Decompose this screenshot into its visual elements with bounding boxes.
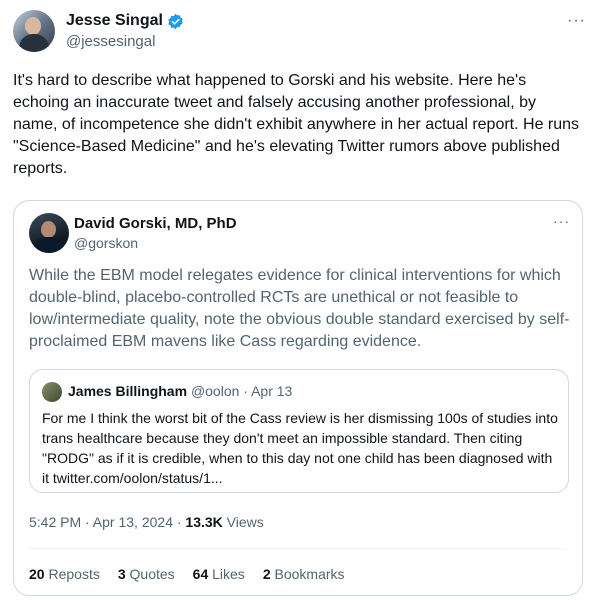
likes-label: Likes [212, 566, 245, 582]
views-label: Views [222, 514, 264, 530]
author-name-row: Jesse Singal [66, 12, 184, 30]
quoted-tweet-text: While the EBM model relegates evidence f… [29, 267, 570, 350]
bookmarks-label: Bookmarks [274, 566, 345, 582]
likes-count: 64 [192, 566, 209, 582]
reposts-stat[interactable]: 20 Reposts [29, 566, 100, 582]
nested-author-line: James Billingham @oolon · Apr 13 [68, 383, 292, 399]
quotes-stat[interactable]: 3 Quotes [118, 566, 175, 582]
avatar-body [19, 34, 49, 52]
quoted-author-avatar[interactable] [29, 213, 69, 253]
verified-badge-icon [168, 13, 183, 29]
divider [29, 548, 567, 549]
tweet-header: Jesse Singal @jessesingal ··· [13, 10, 588, 54]
avatar-face [25, 17, 41, 35]
nested-quoted-tweet-card[interactable]: James Billingham @oolon · Apr 13 For me … [29, 369, 569, 493]
reposts-count: 20 [29, 566, 45, 582]
author-handle[interactable]: @jessesingal [66, 33, 155, 50]
author-avatar[interactable] [13, 10, 55, 52]
nested-author-meta: @oolon · Apr 13 [190, 383, 293, 399]
quoted-author-handle[interactable]: @gorskon [74, 235, 138, 251]
bookmarks-stat[interactable]: 2 Bookmarks [263, 566, 345, 582]
quoted-tweet-card[interactable]: David Gorski, MD, PhD @gorskon ··· While… [13, 200, 583, 596]
nested-author-name[interactable]: James Billingham [68, 383, 187, 399]
quotes-label: Quotes [129, 566, 175, 582]
bookmarks-count: 2 [262, 566, 271, 582]
quotes-count: 3 [117, 566, 126, 582]
engagement-stats: 20 Reposts 3 Quotes 64 Likes 2 Bookmarks [29, 566, 345, 582]
timestamp: 5:42 PM · Apr 13, 2024 · 13.3K Views [29, 514, 264, 530]
quoted-more-options-icon[interactable]: ··· [553, 213, 570, 229]
author-name[interactable]: Jesse Singal [66, 12, 163, 30]
timestamp-date[interactable]: 5:42 PM · Apr 13, 2024 · [29, 514, 185, 530]
quoted-author-name[interactable]: David Gorski, MD, PhD [74, 215, 237, 232]
nested-tweet-text: For me I think the worst bit of the Cass… [42, 410, 558, 486]
more-options-icon[interactable]: ··· [567, 12, 586, 30]
nested-author-avatar[interactable] [42, 382, 62, 402]
views-count: 13.3K [185, 514, 223, 530]
reposts-label: Reposts [48, 566, 100, 582]
avatar-face [41, 221, 56, 238]
tweet-text: It's hard to describe what happened to G… [13, 72, 580, 177]
likes-stat[interactable]: 64 Likes [193, 566, 245, 582]
avatar-body [34, 237, 64, 253]
